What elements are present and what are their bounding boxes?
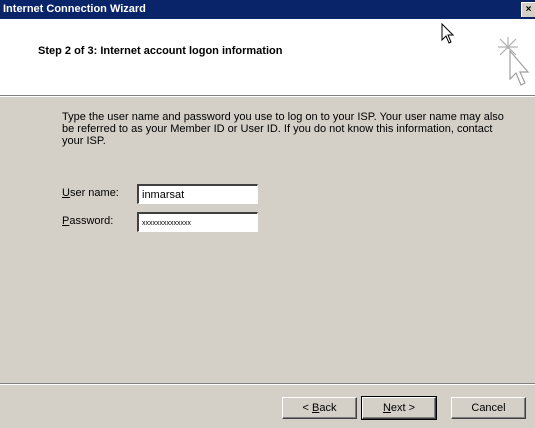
instructions-text: Type the user name and password you use … xyxy=(62,111,504,147)
mouse-pointer-icon xyxy=(441,23,455,44)
next-button-label: ext > xyxy=(390,402,416,414)
password-input[interactable] xyxy=(137,212,258,232)
password-label-text: assword: xyxy=(69,215,114,227)
wizard-sparkle-cursor-icon xyxy=(498,37,530,86)
close-button[interactable]: × xyxy=(521,2,535,17)
footer-divider xyxy=(0,383,535,385)
header-divider xyxy=(0,95,535,97)
title-bar[interactable]: Internet Connection Wizard × xyxy=(0,0,535,19)
cancel-button[interactable]: Cancel xyxy=(451,397,526,419)
next-button[interactable]: Next > xyxy=(361,396,437,420)
next-accelerator: N xyxy=(382,402,391,414)
wizard-header: Step 2 of 3: Internet account logon info… xyxy=(0,19,535,95)
back-button[interactable]: < Back xyxy=(282,397,357,419)
username-input[interactable] xyxy=(137,184,258,204)
window-title: Internet Connection Wizard xyxy=(3,3,146,15)
password-label: Password: xyxy=(62,215,113,227)
username-accelerator: U xyxy=(62,187,70,199)
username-label: User name: xyxy=(62,187,119,199)
step-title: Step 2 of 3: Internet account logon info… xyxy=(38,45,283,57)
back-button-label: ack xyxy=(319,402,337,414)
username-label-text: ser name: xyxy=(69,187,119,199)
back-button-prefix: < xyxy=(302,402,312,414)
